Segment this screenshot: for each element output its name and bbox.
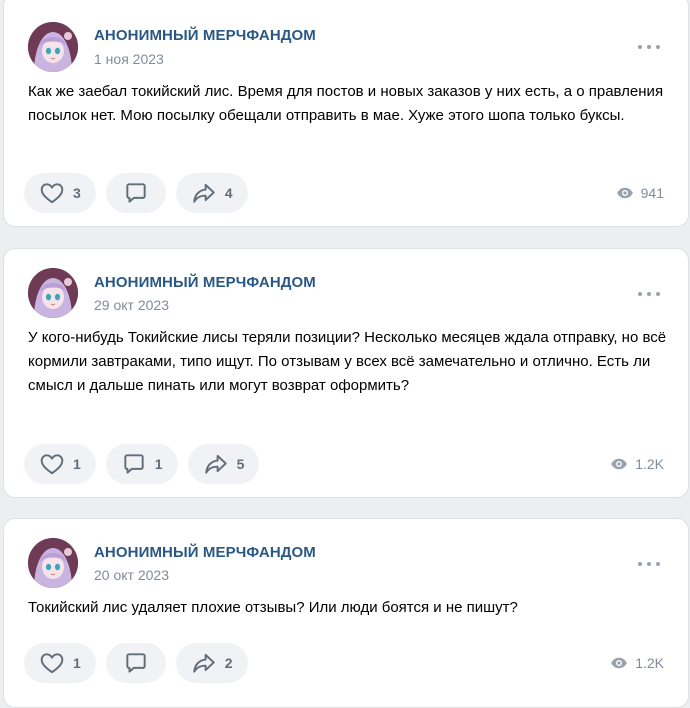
feed: АНОНИМНЫЙ МЕРЧФАНДОМ 1 ноя 2023 Как же з… <box>0 0 690 708</box>
comment-icon <box>126 183 146 203</box>
more-icon[interactable] <box>638 289 660 299</box>
post-author[interactable]: АНОНИМНЫЙ МЕРЧФАНДОМ <box>94 274 316 291</box>
comment-count: 1 <box>154 456 163 472</box>
post-date[interactable]: 29 окт 2023 <box>94 297 169 313</box>
eye-icon <box>616 187 633 199</box>
share-icon <box>193 183 215 203</box>
share-count: 4 <box>224 185 233 201</box>
post-date[interactable]: 1 ноя 2023 <box>94 51 164 67</box>
eye-icon <box>611 458 628 470</box>
views-counter: 1.2K <box>610 654 664 672</box>
post-text: У кого-нибудь Токийские лисы теряли пози… <box>28 329 667 394</box>
eye-icon <box>611 657 628 669</box>
avatar[interactable] <box>28 538 78 588</box>
like-count: 3 <box>73 185 81 201</box>
more-icon[interactable] <box>638 559 660 569</box>
like-count: 1 <box>73 456 81 472</box>
share-button[interactable]: 4 <box>175 173 248 213</box>
post-date[interactable]: 20 окт 2023 <box>94 567 169 583</box>
comment-button[interactable] <box>105 643 166 683</box>
post-actions: 1 1 5 <box>24 444 260 484</box>
avatar[interactable] <box>28 22 78 72</box>
share-button[interactable]: 2 <box>175 643 248 683</box>
views-count: 1.2K <box>635 655 664 671</box>
views-counter: 941 <box>616 184 664 202</box>
post-text: Токийский лис удаляет плохие отзывы? Или… <box>28 599 518 616</box>
views-counter: 1.2K <box>610 455 664 473</box>
post-author[interactable]: АНОНИМНЫЙ МЕРЧФАНДОМ <box>94 544 316 561</box>
post-card: АНОНИМНЫЙ МЕРЧФАНДОМ 1 ноя 2023 Как же з… <box>3 0 689 227</box>
share-icon <box>204 454 227 474</box>
comment-button[interactable]: 1 <box>105 444 178 484</box>
share-button[interactable]: 5 <box>187 444 260 484</box>
heart-icon <box>40 183 64 204</box>
views-count: 1.2K <box>635 456 664 472</box>
post-card: АНОНИМНЫЙ МЕРЧФАНДОМ 20 окт 2023 Токийск… <box>3 518 689 708</box>
share-count: 2 <box>224 655 233 671</box>
heart-icon <box>40 454 64 475</box>
like-button[interactable]: 1 <box>24 643 96 683</box>
post-author[interactable]: АНОНИМНЫЙ МЕРЧФАНДОМ <box>94 27 316 44</box>
post-card: АНОНИМНЫЙ МЕРЧФАНДОМ 29 окт 2023 У кого-… <box>3 248 689 498</box>
comment-button[interactable] <box>105 173 166 213</box>
like-count: 1 <box>73 655 81 671</box>
like-button[interactable]: 1 <box>24 444 96 484</box>
more-icon[interactable] <box>638 42 660 52</box>
share-count: 5 <box>236 456 245 472</box>
avatar[interactable] <box>28 268 78 318</box>
heart-icon <box>40 653 64 674</box>
post-actions: 3 4 <box>24 173 248 213</box>
views-count: 941 <box>640 185 664 201</box>
comment-icon <box>126 653 146 673</box>
comment-icon <box>124 454 144 474</box>
post-actions: 1 2 <box>24 643 248 683</box>
post-text: Как же заебал токийский лис. Время для п… <box>28 83 664 124</box>
share-icon <box>193 653 215 673</box>
like-button[interactable]: 3 <box>24 173 96 213</box>
